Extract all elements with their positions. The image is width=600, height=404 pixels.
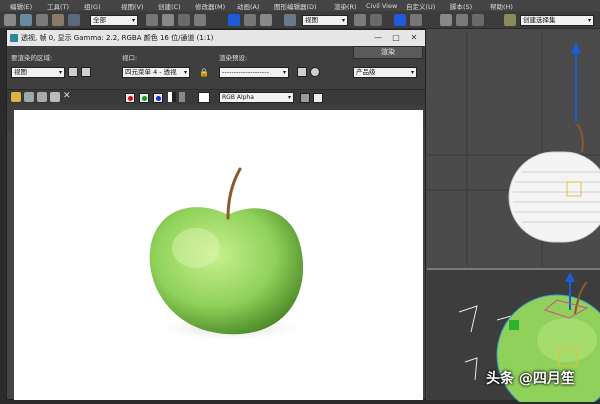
- main-toolbar: 全部 视图 创建选择集: [0, 11, 600, 29]
- edit-region-icon[interactable]: [68, 67, 78, 77]
- selection-filter-dropdown[interactable]: 全部: [90, 15, 138, 26]
- render-preset-label: 渲染预设:: [219, 54, 248, 62]
- area-to-render-label: 要渲染的区域:: [11, 54, 53, 62]
- apple-stem: [226, 167, 242, 220]
- menu-help[interactable]: 帮助(H): [490, 1, 520, 11]
- viewport-top-right[interactable]: [427, 32, 600, 266]
- render-window-titlebar: 透视, 帧 0, 显示 Gamma: 2.2, RGBA 颜色 16 位/通道 …: [7, 30, 425, 46]
- ref-coord-dropdown[interactable]: 视图: [302, 15, 348, 26]
- menu-animation[interactable]: 动画(A): [237, 1, 274, 11]
- filter-icon[interactable]: [68, 14, 80, 26]
- clear-icon[interactable]: ✕: [63, 91, 71, 101]
- viewport-label: 视口:: [122, 54, 138, 62]
- render-preset-dropdown[interactable]: --------------------: [219, 67, 289, 78]
- area-to-render-dropdown[interactable]: 视图: [11, 67, 65, 78]
- select-icon[interactable]: [146, 14, 158, 26]
- move-icon[interactable]: [228, 14, 240, 26]
- menu-views[interactable]: 视图(V): [121, 1, 158, 11]
- menu-modifiers[interactable]: 修改器(M): [195, 1, 237, 11]
- menu-create[interactable]: 创建(C): [158, 1, 195, 11]
- place-icon[interactable]: [284, 14, 296, 26]
- copy-image-icon[interactable]: [24, 92, 34, 102]
- alpha-toggle-icon[interactable]: [168, 92, 176, 102]
- select-manipulate-icon[interactable]: [370, 14, 382, 26]
- window-crossing-icon[interactable]: [194, 14, 206, 26]
- viewport-dropdown[interactable]: 四元菜单 4 - 透视: [122, 67, 190, 78]
- close-icon[interactable]: ✕: [409, 33, 419, 43]
- render-mode-dropdown[interactable]: 产品级: [353, 67, 417, 78]
- toggle-ui-icon[interactable]: [313, 93, 323, 103]
- watermark-text: 头条 @四月笙: [486, 371, 575, 387]
- edit-named-sets-icon[interactable]: [504, 14, 516, 26]
- minimize-icon[interactable]: —: [373, 33, 383, 43]
- green-channel-toggle[interactable]: [139, 93, 149, 103]
- snap-toggle-icon[interactable]: [394, 14, 406, 26]
- scale-icon[interactable]: [260, 14, 272, 26]
- channel-dropdown[interactable]: RGB Alpha: [219, 92, 294, 103]
- main-menu-bar: 编辑(E) 工具(T) 组(G) 视图(V) 创建(C) 修改器(M) 动画(A…: [0, 0, 600, 11]
- layer-icon[interactable]: [472, 14, 484, 26]
- angle-snap-icon[interactable]: [410, 14, 422, 26]
- rotate-icon[interactable]: [244, 14, 256, 26]
- menu-rendering[interactable]: 渲染(R): [334, 1, 366, 11]
- link-icon[interactable]: [20, 14, 32, 26]
- render-frame-window: 透视, 帧 0, 显示 Gamma: 2.2, RGBA 颜色 16 位/通道 …: [6, 29, 426, 400]
- save-image-icon[interactable]: [11, 92, 21, 102]
- app-icon: [10, 34, 18, 42]
- clone-window-icon[interactable]: [37, 92, 47, 102]
- pivot-icon[interactable]: [354, 14, 366, 26]
- mirror-icon[interactable]: [440, 14, 452, 26]
- render-toolbar: ✕ RGB Alpha: [7, 89, 425, 105]
- monochrome-icon[interactable]: [179, 92, 185, 102]
- undo-icon[interactable]: [4, 14, 16, 26]
- menu-customize[interactable]: 自定义(U): [406, 1, 450, 11]
- unlink-icon[interactable]: [36, 14, 48, 26]
- bind-icon[interactable]: [52, 14, 64, 26]
- display-channel-icon[interactable]: [300, 93, 310, 103]
- render-window-title: 透视, 帧 0, 显示 Gamma: 2.2, RGBA 颜色 16 位/通道 …: [21, 34, 214, 42]
- render-setup-icon[interactable]: [297, 67, 307, 77]
- color-swatch[interactable]: [198, 92, 210, 103]
- apple-body: [149, 207, 304, 335]
- align-icon[interactable]: [456, 14, 468, 26]
- menu-edit[interactable]: 编辑(E): [10, 1, 47, 11]
- rect-select-icon[interactable]: [178, 14, 190, 26]
- red-channel-toggle[interactable]: [125, 93, 135, 103]
- menu-group[interactable]: 组(G): [84, 1, 121, 11]
- auto-region-icon[interactable]: [81, 67, 91, 77]
- render-button[interactable]: 渲染: [353, 46, 423, 59]
- menu-graph-editors[interactable]: 图形编辑器(D): [274, 1, 334, 11]
- select-by-name-icon[interactable]: [162, 14, 174, 26]
- render-image-canvas: [14, 110, 423, 400]
- viewport-wire-scene: [427, 32, 600, 266]
- maximize-icon[interactable]: □: [391, 33, 401, 43]
- lock-icon[interactable]: 🔒: [199, 68, 209, 77]
- menu-civil-view[interactable]: Civil View: [366, 2, 406, 10]
- named-selection-dropdown[interactable]: 创建选择集: [520, 15, 594, 26]
- environment-icon[interactable]: [310, 67, 320, 77]
- print-icon[interactable]: [50, 92, 60, 102]
- blue-channel-toggle[interactable]: [153, 93, 163, 103]
- menu-tools[interactable]: 工具(T): [47, 1, 84, 11]
- apple-render: [149, 167, 310, 342]
- menu-scripting[interactable]: 脚本(S): [450, 1, 490, 11]
